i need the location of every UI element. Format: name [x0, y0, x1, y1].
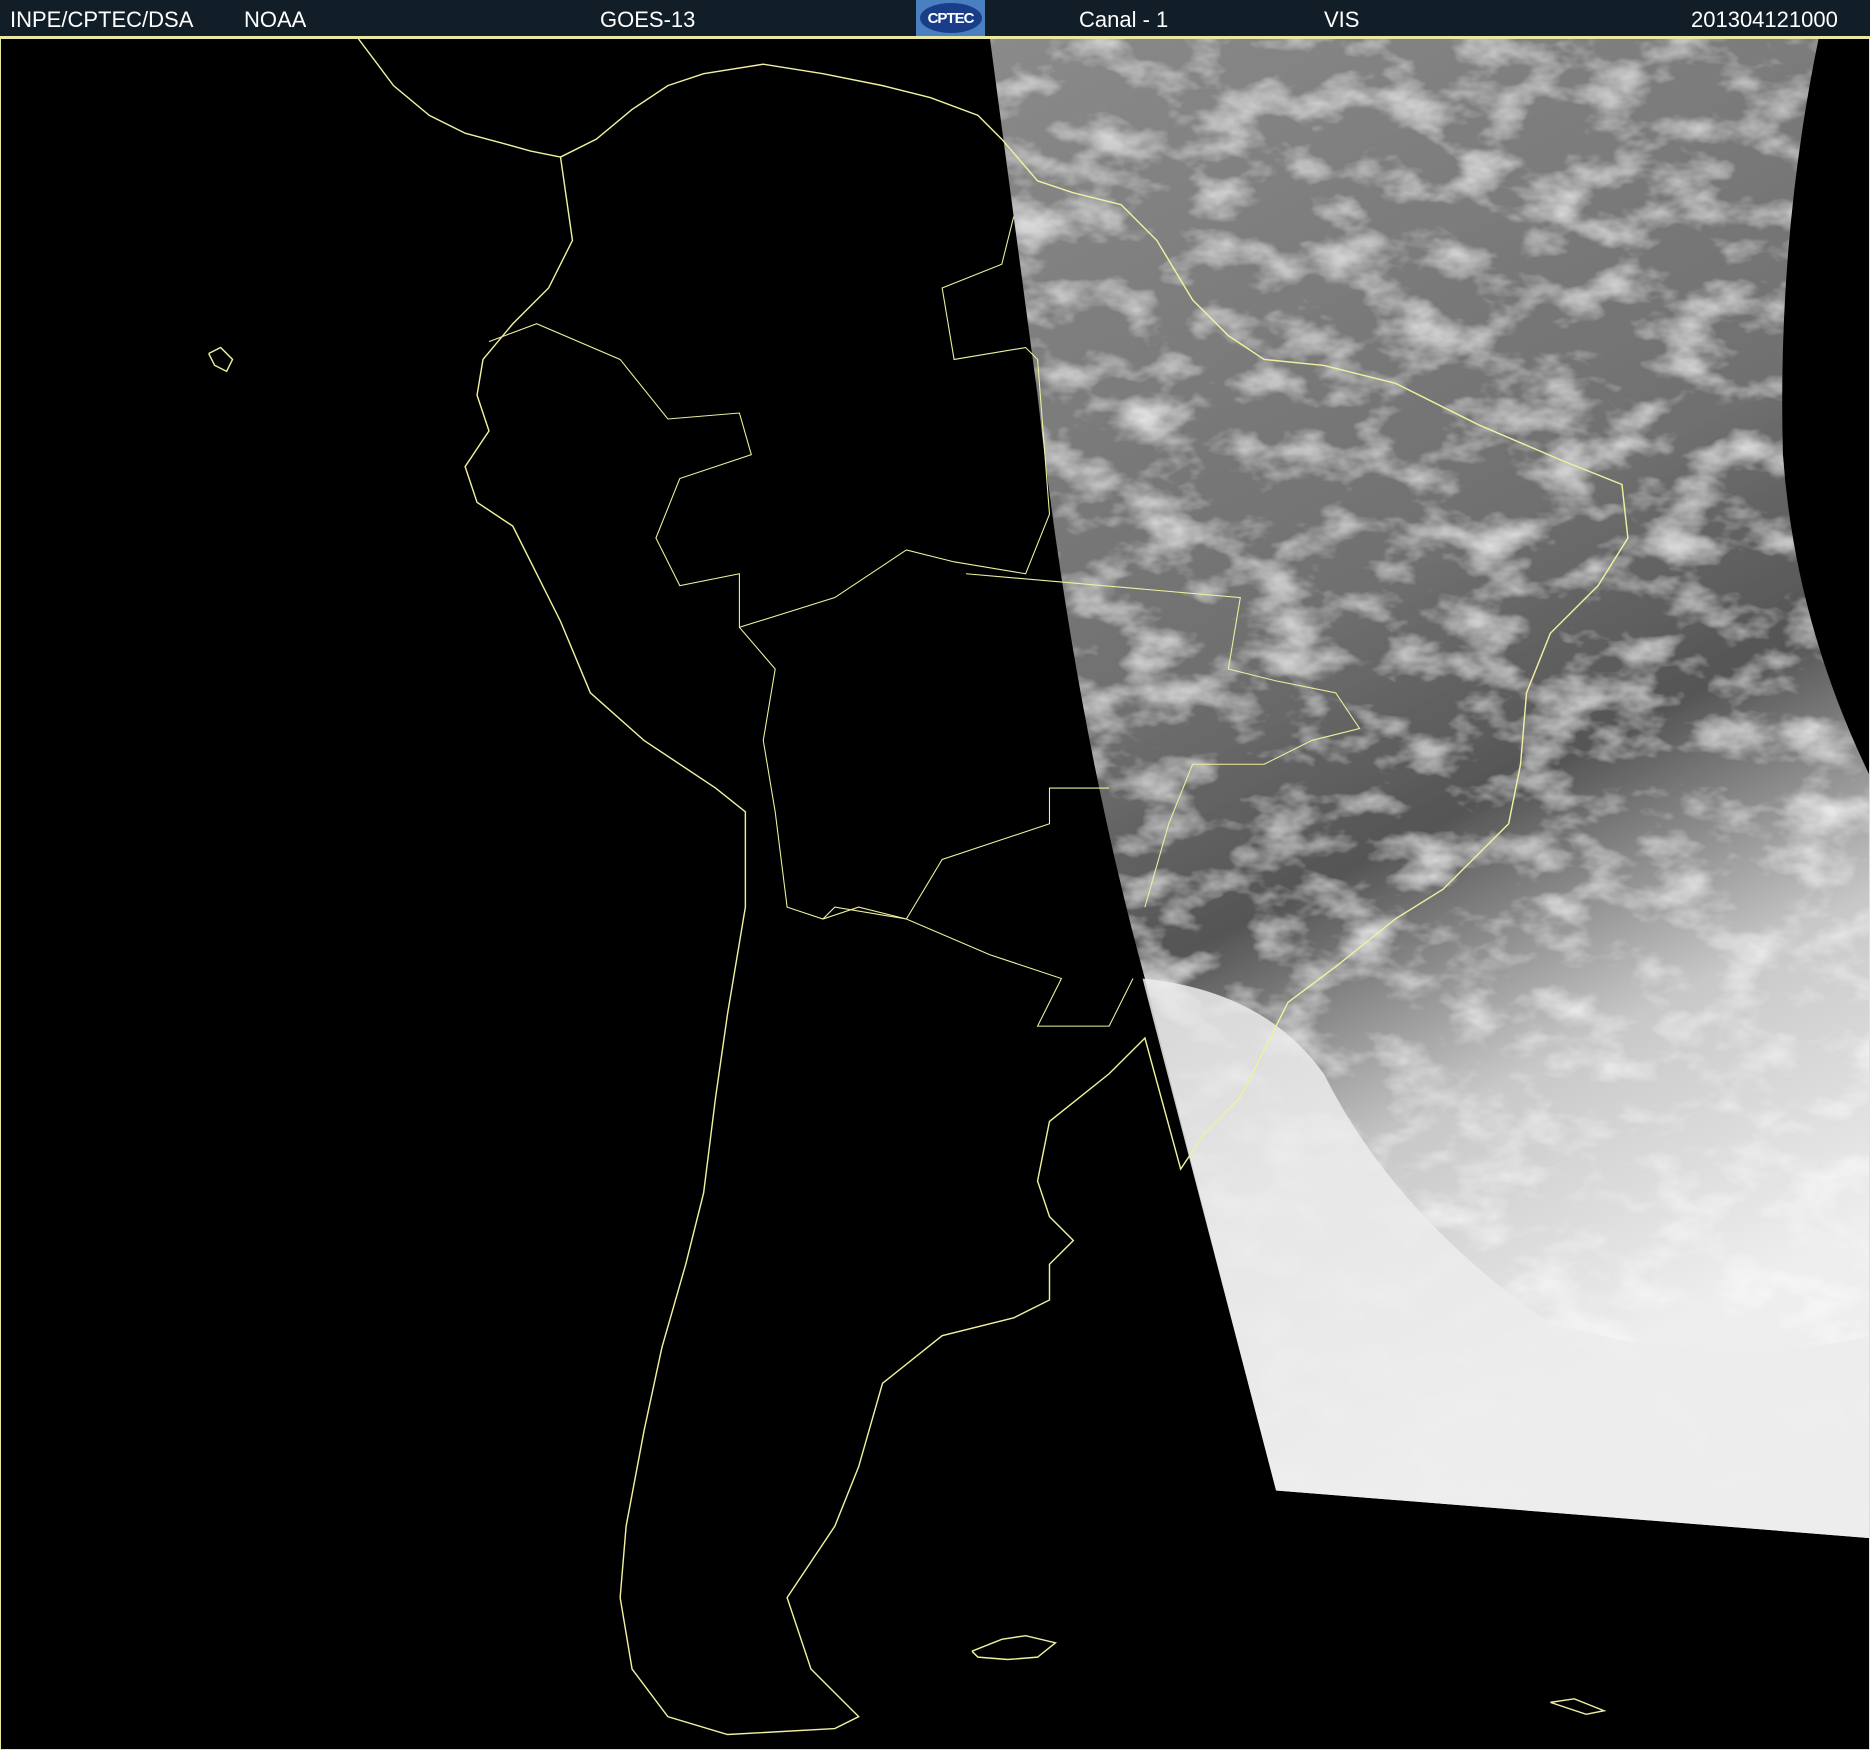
- org-label: INPE/CPTEC/DSA: [10, 7, 194, 32]
- timestamp-label: 201304121000: [1691, 7, 1838, 32]
- logo-text: CPTEC: [919, 3, 982, 33]
- satellite-label: GOES-13: [600, 7, 696, 32]
- satellite-map: [0, 38, 1870, 1750]
- channel-label: Canal - 1: [1079, 7, 1169, 32]
- agency-label: NOAA: [244, 7, 307, 32]
- title-bar: INPE/CPTEC/DSA NOAA GOES-13 CPTEC Canal …: [0, 0, 1870, 38]
- cptec-logo: CPTEC: [916, 0, 985, 36]
- band-label: VIS: [1324, 7, 1360, 32]
